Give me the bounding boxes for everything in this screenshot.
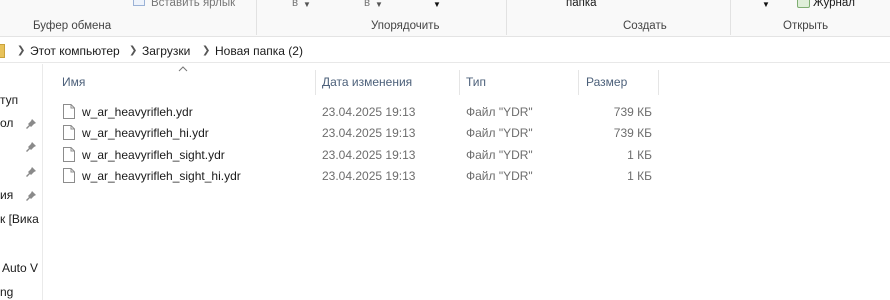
file-row[interactable]: w_ar_heavyrifleh_hi.ydr 23.04.2025 19:13… [57, 122, 667, 144]
pin-icon [26, 191, 36, 201]
nav-item[interactable]: туп [0, 93, 18, 107]
file-row[interactable]: w_ar_heavyrifleh_sight.ydr 23.04.2025 19… [57, 144, 667, 166]
file-size: 1 КБ [627, 169, 652, 183]
file-type: Файл "YDR" [466, 148, 533, 162]
column-header-type[interactable]: Тип [466, 75, 486, 89]
paste-shortcut-button[interactable]: Вставить ярлык [151, 0, 235, 9]
ribbon: Вставить ярлык Буфер обмена в ▼ в ▼ ▼ Уп… [0, 0, 890, 37]
group-clipboard-label: Буфер обмена [33, 20, 112, 32]
column-divider[interactable] [578, 70, 579, 95]
column-header-size[interactable]: Размер [586, 75, 627, 89]
file-date: 23.04.2025 19:13 [322, 105, 416, 119]
file-name: w_ar_heavyrifleh.ydr [82, 105, 193, 119]
file-name: w_ar_heavyrifleh_sight.ydr [82, 148, 225, 162]
column-header-date[interactable]: Дата изменения [322, 75, 412, 89]
file-size: 739 КБ [613, 105, 652, 119]
move-to-button[interactable]: в [292, 0, 298, 9]
address-bar[interactable]: ❯ Этот компьютер ❯ Загрузки ❯ Новая папк… [0, 41, 890, 63]
nav-item[interactable]: ол [0, 116, 13, 130]
file-icon [63, 168, 75, 183]
chevron-right-icon[interactable]: ❯ [129, 45, 137, 56]
file-row[interactable]: w_ar_heavyrifleh.ydr 23.04.2025 19:13 Фа… [57, 101, 667, 123]
chevron-right-icon[interactable]: ❯ [202, 45, 210, 56]
history-icon [797, 0, 810, 8]
breadcrumb-this-pc[interactable]: Этот компьютер [30, 44, 120, 58]
copy-to-button[interactable]: в [364, 0, 370, 9]
chevron-down-icon: ▼ [303, 0, 311, 9]
file-type: Файл "YDR" [466, 105, 533, 119]
paste-shortcut-icon [133, 0, 145, 6]
file-name: w_ar_heavyrifleh_sight_hi.ydr [82, 169, 241, 183]
pin-icon [26, 142, 36, 152]
file-type: Файл "YDR" [466, 169, 533, 183]
nav-item[interactable]: Auto V [2, 261, 38, 275]
file-name: w_ar_heavyrifleh_hi.ydr [82, 126, 209, 140]
file-icon [63, 104, 75, 119]
file-date: 23.04.2025 19:13 [322, 148, 416, 162]
pin-icon [26, 167, 36, 177]
ribbon-separator [256, 0, 257, 35]
file-row[interactable]: w_ar_heavyrifleh_sight_hi.ydr 23.04.2025… [57, 165, 667, 187]
file-icon [63, 125, 75, 140]
file-date: 23.04.2025 19:13 [322, 169, 416, 183]
group-new-label: Создать [623, 20, 667, 32]
breadcrumb-downloads[interactable]: Загрузки [142, 44, 190, 58]
chevron-right-icon[interactable]: ❯ [17, 45, 25, 56]
file-type: Файл "YDR" [466, 126, 533, 140]
file-icon [63, 147, 75, 162]
nav-item[interactable]: ng [0, 285, 13, 299]
folder-icon [0, 44, 5, 58]
breadcrumb-current-folder[interactable]: Новая папка (2) [215, 44, 303, 58]
column-divider[interactable] [658, 70, 659, 95]
nav-item[interactable]: к [Вика [0, 212, 39, 226]
history-button[interactable]: Журнал [813, 0, 855, 9]
chevron-down-icon[interactable]: ▼ [433, 0, 441, 9]
ribbon-separator [506, 0, 507, 35]
group-open-label: Открыть [783, 20, 829, 32]
sort-ascending-icon [178, 66, 188, 72]
file-size: 1 КБ [627, 148, 652, 162]
file-date: 23.04.2025 19:13 [322, 126, 416, 140]
file-size: 739 КБ [613, 126, 652, 140]
column-header-name[interactable]: Имя [62, 75, 85, 89]
group-organize-label: Упорядочить [371, 20, 440, 32]
navigation-pane: туп ол ия к [Вика Auto V ng [0, 64, 43, 300]
chevron-down-icon[interactable]: ▼ [762, 0, 770, 9]
new-folder-button[interactable]: папка [566, 0, 597, 9]
nav-item[interactable]: ия [0, 188, 13, 202]
ribbon-separator [730, 0, 731, 35]
pin-icon [26, 119, 36, 129]
chevron-down-icon: ▼ [375, 0, 383, 9]
column-divider[interactable] [315, 70, 316, 95]
column-divider[interactable] [459, 70, 460, 95]
